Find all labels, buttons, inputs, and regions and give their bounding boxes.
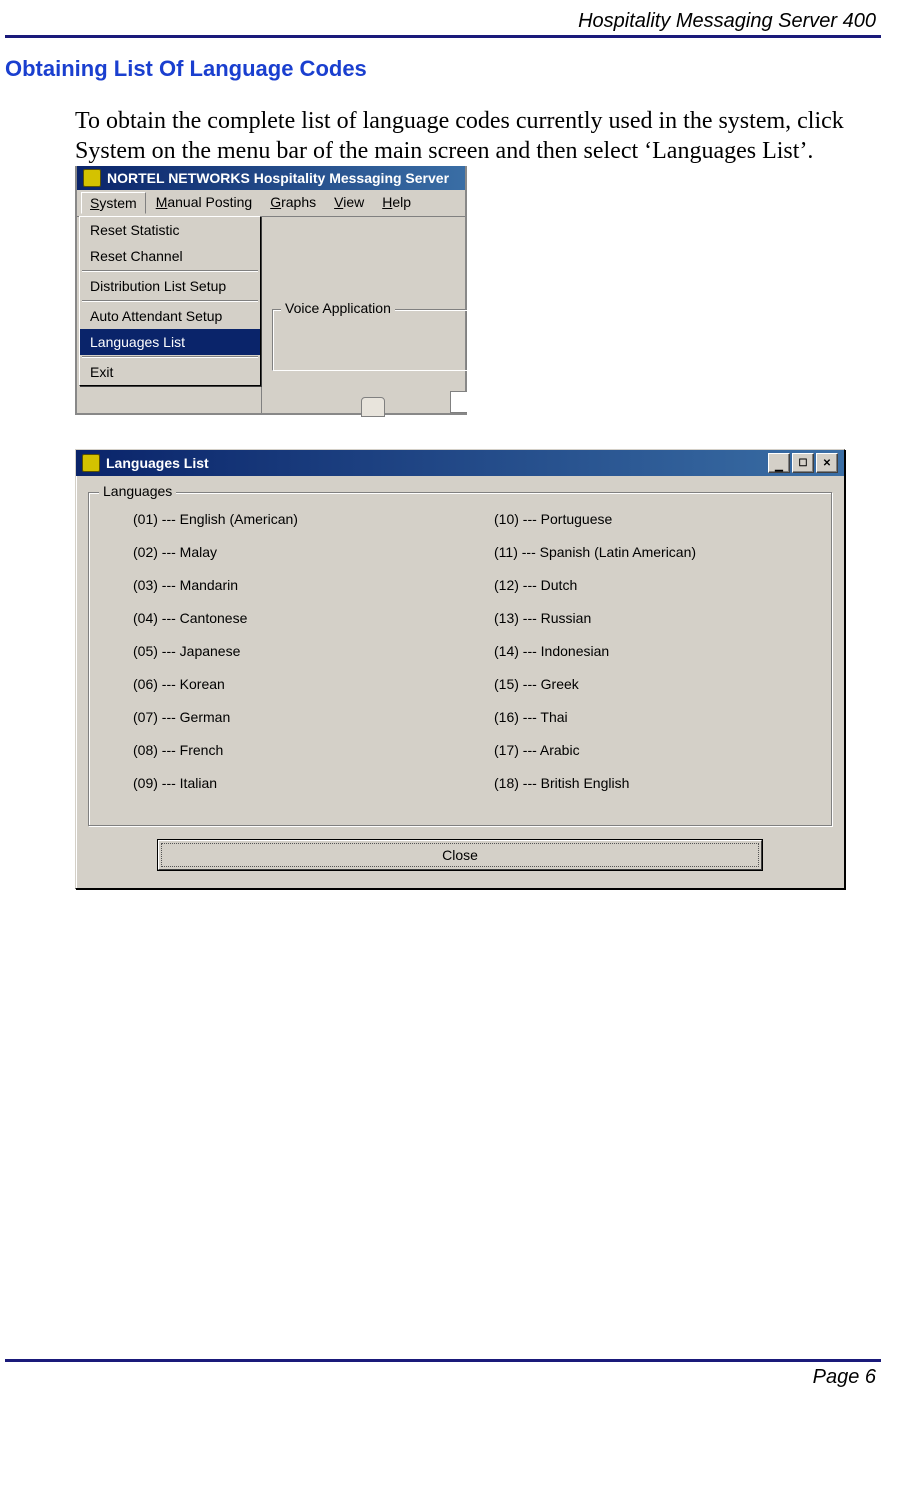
voice-application-group: Voice Application — [272, 309, 467, 371]
lang-05: (05) --- Japanese — [133, 643, 460, 659]
voice-application-label: Voice Application — [281, 300, 395, 316]
lang-14: (14) --- Indonesian — [494, 643, 821, 659]
lang-07: (07) --- German — [133, 709, 460, 725]
menu-bar: System Manual Posting Graphs View Help — [77, 190, 465, 217]
page-footer: Page 6 — [5, 1362, 881, 1389]
partial-textbox — [450, 391, 467, 413]
lang-13: (13) --- Russian — [494, 610, 821, 626]
menu-manual-posting[interactable]: Manual Posting — [148, 192, 261, 214]
dd-reset-channel[interactable]: Reset Channel — [80, 243, 260, 269]
languages-column-right: (10) --- Portuguese (11) --- Spanish (La… — [460, 511, 821, 791]
close-button[interactable]: Close — [158, 840, 762, 870]
main-titlebar: NORTEL NETWORKS Hospitality Messaging Se… — [77, 166, 465, 190]
menu-help[interactable]: Help — [374, 192, 419, 214]
maximize-button[interactable]: ☐ — [792, 453, 814, 473]
lang-09: (09) --- Italian — [133, 775, 460, 791]
dialog-icon — [82, 454, 100, 472]
dialog-title-text: Languages List — [106, 455, 209, 471]
main-window-screenshot: NORTEL NETWORKS Hospitality Messaging Se… — [75, 166, 467, 415]
lang-03: (03) --- Mandarin — [133, 577, 460, 593]
dd-separator — [82, 300, 258, 302]
lang-02: (02) --- Malay — [133, 544, 460, 560]
lang-06: (06) --- Korean — [133, 676, 460, 692]
lang-10: (10) --- Portuguese — [494, 511, 821, 527]
main-titlebar-text: NORTEL NETWORKS Hospitality Messaging Se… — [107, 170, 449, 186]
close-button-label: Close — [161, 843, 759, 867]
dd-distribution-list[interactable]: Distribution List Setup — [80, 273, 260, 299]
dd-auto-attendant[interactable]: Auto Attendant Setup — [80, 303, 260, 329]
app-icon — [83, 169, 101, 187]
lang-01: (01) --- English (American) — [133, 511, 460, 527]
header-rule — [5, 35, 881, 38]
dd-languages-list[interactable]: Languages List — [80, 329, 260, 355]
device-icon — [361, 397, 385, 417]
lang-16: (16) --- Thai — [494, 709, 821, 725]
close-window-button[interactable]: ✕ — [816, 453, 838, 473]
dd-separator — [82, 356, 258, 358]
lang-15: (15) --- Greek — [494, 676, 821, 692]
languages-groupbox: Languages (01) --- English (American) (0… — [88, 492, 832, 826]
page-header: Hospitality Messaging Server 400 — [5, 10, 881, 35]
section-title: Obtaining List Of Language Codes — [5, 56, 881, 82]
languages-column-left: (01) --- English (American) (02) --- Mal… — [99, 511, 460, 791]
lang-18: (18) --- British English — [494, 775, 821, 791]
languages-group-label: Languages — [99, 483, 176, 499]
lang-17: (17) --- Arabic — [494, 742, 821, 758]
menu-system[interactable]: System — [81, 192, 146, 214]
body-paragraph: To obtain the complete list of language … — [75, 106, 871, 166]
lang-12: (12) --- Dutch — [494, 577, 821, 593]
system-dropdown: Reset Statistic Reset Channel Distributi… — [79, 216, 261, 386]
menu-graphs[interactable]: Graphs — [262, 192, 324, 214]
menu-view[interactable]: View — [326, 192, 372, 214]
languages-dialog: Languages List ▁ ☐ ✕ Languages (01) --- … — [75, 449, 845, 889]
lang-04: (04) --- Cantonese — [133, 610, 460, 626]
dd-reset-statistic[interactable]: Reset Statistic — [80, 217, 260, 243]
dd-exit[interactable]: Exit — [80, 359, 260, 385]
minimize-button[interactable]: ▁ — [768, 453, 790, 473]
dd-separator — [82, 270, 258, 272]
dialog-titlebar: Languages List ▁ ☐ ✕ — [76, 450, 844, 476]
lang-08: (08) --- French — [133, 742, 460, 758]
side-panel: Voice Application — [261, 217, 465, 413]
lang-11: (11) --- Spanish (Latin American) — [494, 544, 821, 560]
